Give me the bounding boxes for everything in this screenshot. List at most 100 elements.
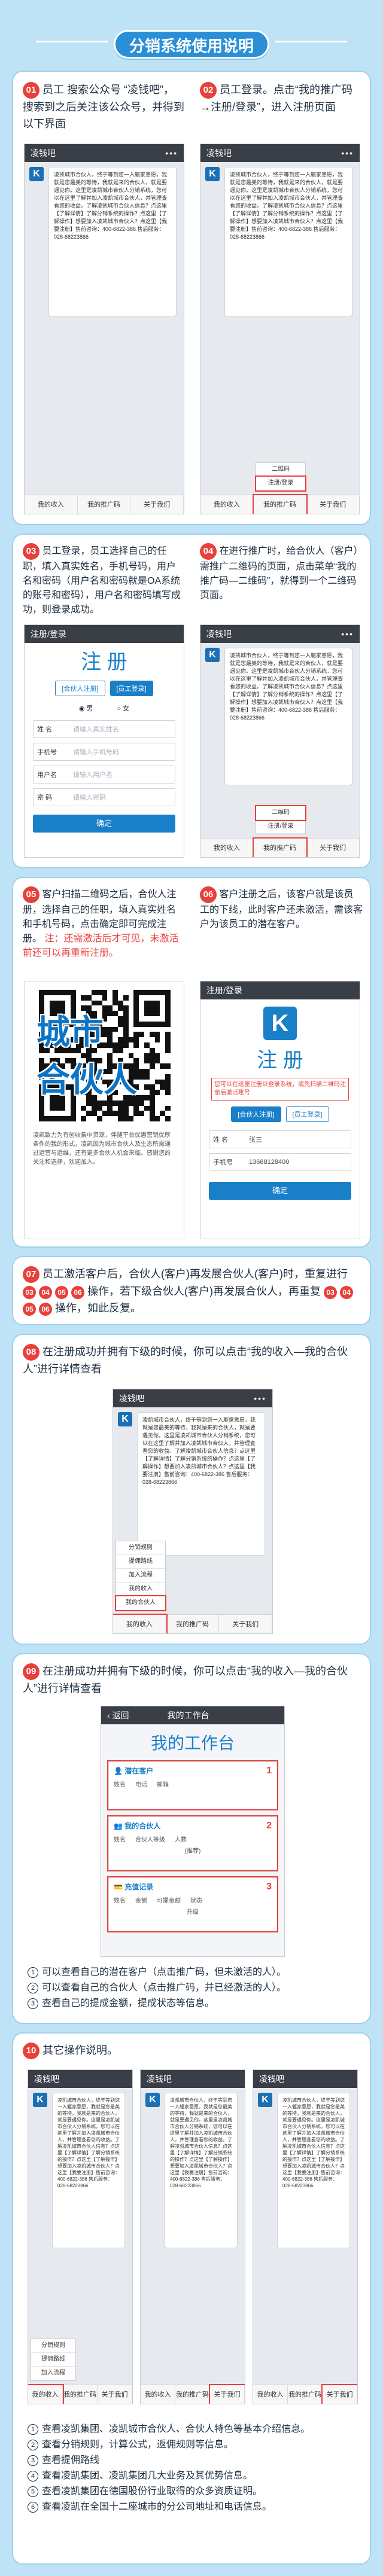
tab-partner-register[interactable]: [合伙人注册] <box>55 681 105 696</box>
step-07: 07 员工激活客户后，合伙人(客户)再发展合伙人(客户)时，重复进行 03 04… <box>23 1266 360 1316</box>
qr-module <box>123 1042 129 1048</box>
section-title: 充值记录 <box>124 1883 154 1891</box>
section-potential-customers[interactable]: 👤 潜在客户 姓名 电话 邮箱 1 <box>107 1760 278 1810</box>
menu-about[interactable]: 关于我们 <box>130 495 184 514</box>
more-icon[interactable]: ••• <box>254 1389 266 1407</box>
menu-about[interactable]: 关于我们 <box>321 2384 357 2404</box>
name-field[interactable]: 姓 名 张三 <box>209 1130 351 1148</box>
qr-module <box>165 1074 171 1080</box>
account-name: 凌钱吧 <box>259 2074 284 2084</box>
popup-commission-route[interactable]: 提佣路线 <box>116 1555 165 1569</box>
qr-module <box>54 1116 60 1121</box>
menu-my-code[interactable]: 我的推广码 <box>166 1615 220 1633</box>
menu-about[interactable]: 关于我们 <box>306 495 360 514</box>
menu-my-income[interactable]: 我的收入 <box>200 839 254 857</box>
qr-module <box>39 1111 44 1117</box>
section-my-partners[interactable]: 👥 我的合伙人 姓名 合伙人等级 人数 (推荐) 2 <box>107 1815 278 1871</box>
list-item: 1 查看凌凯集团、凌凯城市合伙人、合伙人特色等基本介绍信息。 <box>28 2422 360 2437</box>
circle-number: 3 <box>28 2455 38 2466</box>
menu-my-code[interactable]: 我的推广码 <box>175 2385 210 2404</box>
confirm-button[interactable]: 确定 <box>209 1182 351 1200</box>
phone-field[interactable]: 手机号 13688128400 <box>209 1153 351 1171</box>
qr-module <box>139 1021 144 1027</box>
qr-module <box>60 1116 65 1121</box>
username-field[interactable]: 用户名 请输入用户名 <box>33 766 175 784</box>
qr-module <box>154 1037 160 1042</box>
popup-register-login[interactable]: 注册/登录 <box>255 475 306 492</box>
section-tag: 3 <box>266 1882 272 1892</box>
extra: (推荐) <box>184 1848 201 1855</box>
qr-module <box>165 1000 171 1006</box>
popup-commission-route[interactable]: 提佣路线 <box>31 2353 75 2367</box>
popup-join-process[interactable]: 加入流程 <box>116 1569 165 1583</box>
qr-module <box>154 990 160 995</box>
qr-module <box>81 1116 87 1121</box>
more-icon[interactable]: ••• <box>341 625 354 643</box>
menu-about[interactable]: 关于我们 <box>219 1615 272 1633</box>
phone-field[interactable]: 手机号 请输入手机号码 <box>33 743 175 761</box>
qr-module <box>118 1105 123 1111</box>
phone-title-bar: 注册/登录 <box>25 625 184 643</box>
menu-my-income[interactable]: 我的收入 <box>200 495 254 514</box>
account-name: 凌钱吧 <box>206 629 232 639</box>
chat-area: K 凌凯城市合伙人，终于等到您一入躯家意愿，我就是您最美的等待，我就是来的合伙人… <box>25 162 184 495</box>
phone-screen-register-filled: 注册/登录 K 注 册 您可以在这里注册以登录系统，或先扫描二维码注册后激活账号… <box>200 981 360 1239</box>
circle-number: 2 <box>28 2439 38 2450</box>
chat-bubble: 凌凯城市合伙人，终于等到您一入躯家意愿，我就是您最美的等待，我就是来的合伙人，就… <box>137 1412 265 1556</box>
income-popup-menu: 分销规则 提佣路线 加入流程 我的收入 我的合伙人 <box>115 1541 166 1611</box>
menu-my-income[interactable]: 我的收入 <box>28 2384 64 2404</box>
qr-module <box>118 1037 123 1042</box>
tab-staff-login[interactable]: [员工登录] <box>285 1106 329 1122</box>
title-decoration-right <box>275 41 347 42</box>
phone-title-bar: 凌钱吧 ••• <box>200 625 360 643</box>
back-button[interactable]: ‹ 返回 <box>107 1711 129 1720</box>
phone-menu: 我的收入 我的推广码 关于我们 <box>141 2384 245 2404</box>
menu-about[interactable]: 关于我们 <box>306 839 360 857</box>
menu-my-code[interactable]: 我的推广码 <box>78 495 131 514</box>
section-recharge-records[interactable]: 💳 充值记录 姓名 金额 可提金额 状态 升级 3 <box>107 1876 278 1932</box>
name-field[interactable]: 姓 名 请输入真实姓名 <box>33 720 175 738</box>
menu-my-code[interactable]: 我的推广码 <box>252 837 308 857</box>
menu-my-income[interactable]: 我的收入 <box>141 2385 175 2404</box>
radio-male[interactable]: ◉ 男 <box>79 703 93 713</box>
qr-module <box>154 1000 160 1006</box>
section-tag: 1 <box>266 1766 272 1776</box>
popup-register-login[interactable]: 注册/登录 <box>256 820 305 834</box>
popup-join-process[interactable]: 加入流程 <box>31 2367 75 2380</box>
menu-my-income[interactable]: 我的收入 <box>113 1614 168 1633</box>
chat-area: K 凌凯城市合伙人，终于等到您一入躯家意愿，我就是您最美的等待，我就是来的合伙人… <box>200 162 360 495</box>
phone-title-bar: 注册/登录 <box>200 981 360 999</box>
qr-module <box>133 1005 139 1011</box>
list-text: 查看自己的提成金额，提成状态等信息。 <box>42 1998 215 2008</box>
step-04: 04 在进行推广时，给合伙人（客户）需推广二维码的页面，点击菜单“我的推广码—二… <box>200 543 363 603</box>
popup-distribution-rules[interactable]: 分销规则 <box>116 1541 165 1555</box>
qr-module <box>160 990 166 995</box>
popup-qrcode[interactable]: 二维码 <box>255 805 306 821</box>
qr-module <box>118 1021 123 1027</box>
list-item: 2 查看分销规则，计算公式，返佣规则等信息。 <box>28 2438 360 2452</box>
radio-female[interactable]: ○ 女 <box>117 703 129 713</box>
more-icon[interactable]: ••• <box>341 144 354 162</box>
popup-qrcode[interactable]: 二维码 <box>256 463 305 477</box>
tab-partner-register[interactable]: [合伙人注册] <box>231 1106 281 1122</box>
menu-my-code[interactable]: 我的推广码 <box>288 2385 323 2404</box>
confirm-button[interactable]: 确定 <box>33 815 175 833</box>
password-field[interactable]: 密 码 请输入密码 <box>33 788 175 806</box>
section-columns: 姓名 合伙人等级 人数 <box>109 1834 276 1846</box>
menu-my-code[interactable]: 我的推广码 <box>63 2385 98 2404</box>
tab-staff-login[interactable]: [员工登录] <box>110 681 153 696</box>
qr-module <box>144 1021 150 1027</box>
qr-module <box>70 1105 76 1111</box>
popup-distribution-rules[interactable]: 分销规则 <box>31 2339 75 2353</box>
phone-title-bar: 凌钱吧 <box>141 2070 245 2088</box>
qr-module <box>113 1011 118 1016</box>
menu-my-code[interactable]: 我的推广码 <box>252 494 308 514</box>
menu-my-income[interactable]: 我的收入 <box>253 2385 288 2404</box>
popup-my-income[interactable]: 我的收入 <box>116 1583 165 1596</box>
phone-screen-about-3: 凌钱吧 K 凌凯城市合伙人，终于等到您一入躯家意愿，我就是您最美的等待，我就是来… <box>253 2069 358 2404</box>
popup-my-partners[interactable]: 我的合伙人 <box>115 1595 166 1611</box>
menu-about[interactable]: 关于我们 <box>209 2384 245 2404</box>
menu-my-income[interactable]: 我的收入 <box>25 495 78 514</box>
menu-about[interactable]: 关于我们 <box>98 2385 132 2404</box>
more-icon[interactable]: ••• <box>165 144 178 162</box>
